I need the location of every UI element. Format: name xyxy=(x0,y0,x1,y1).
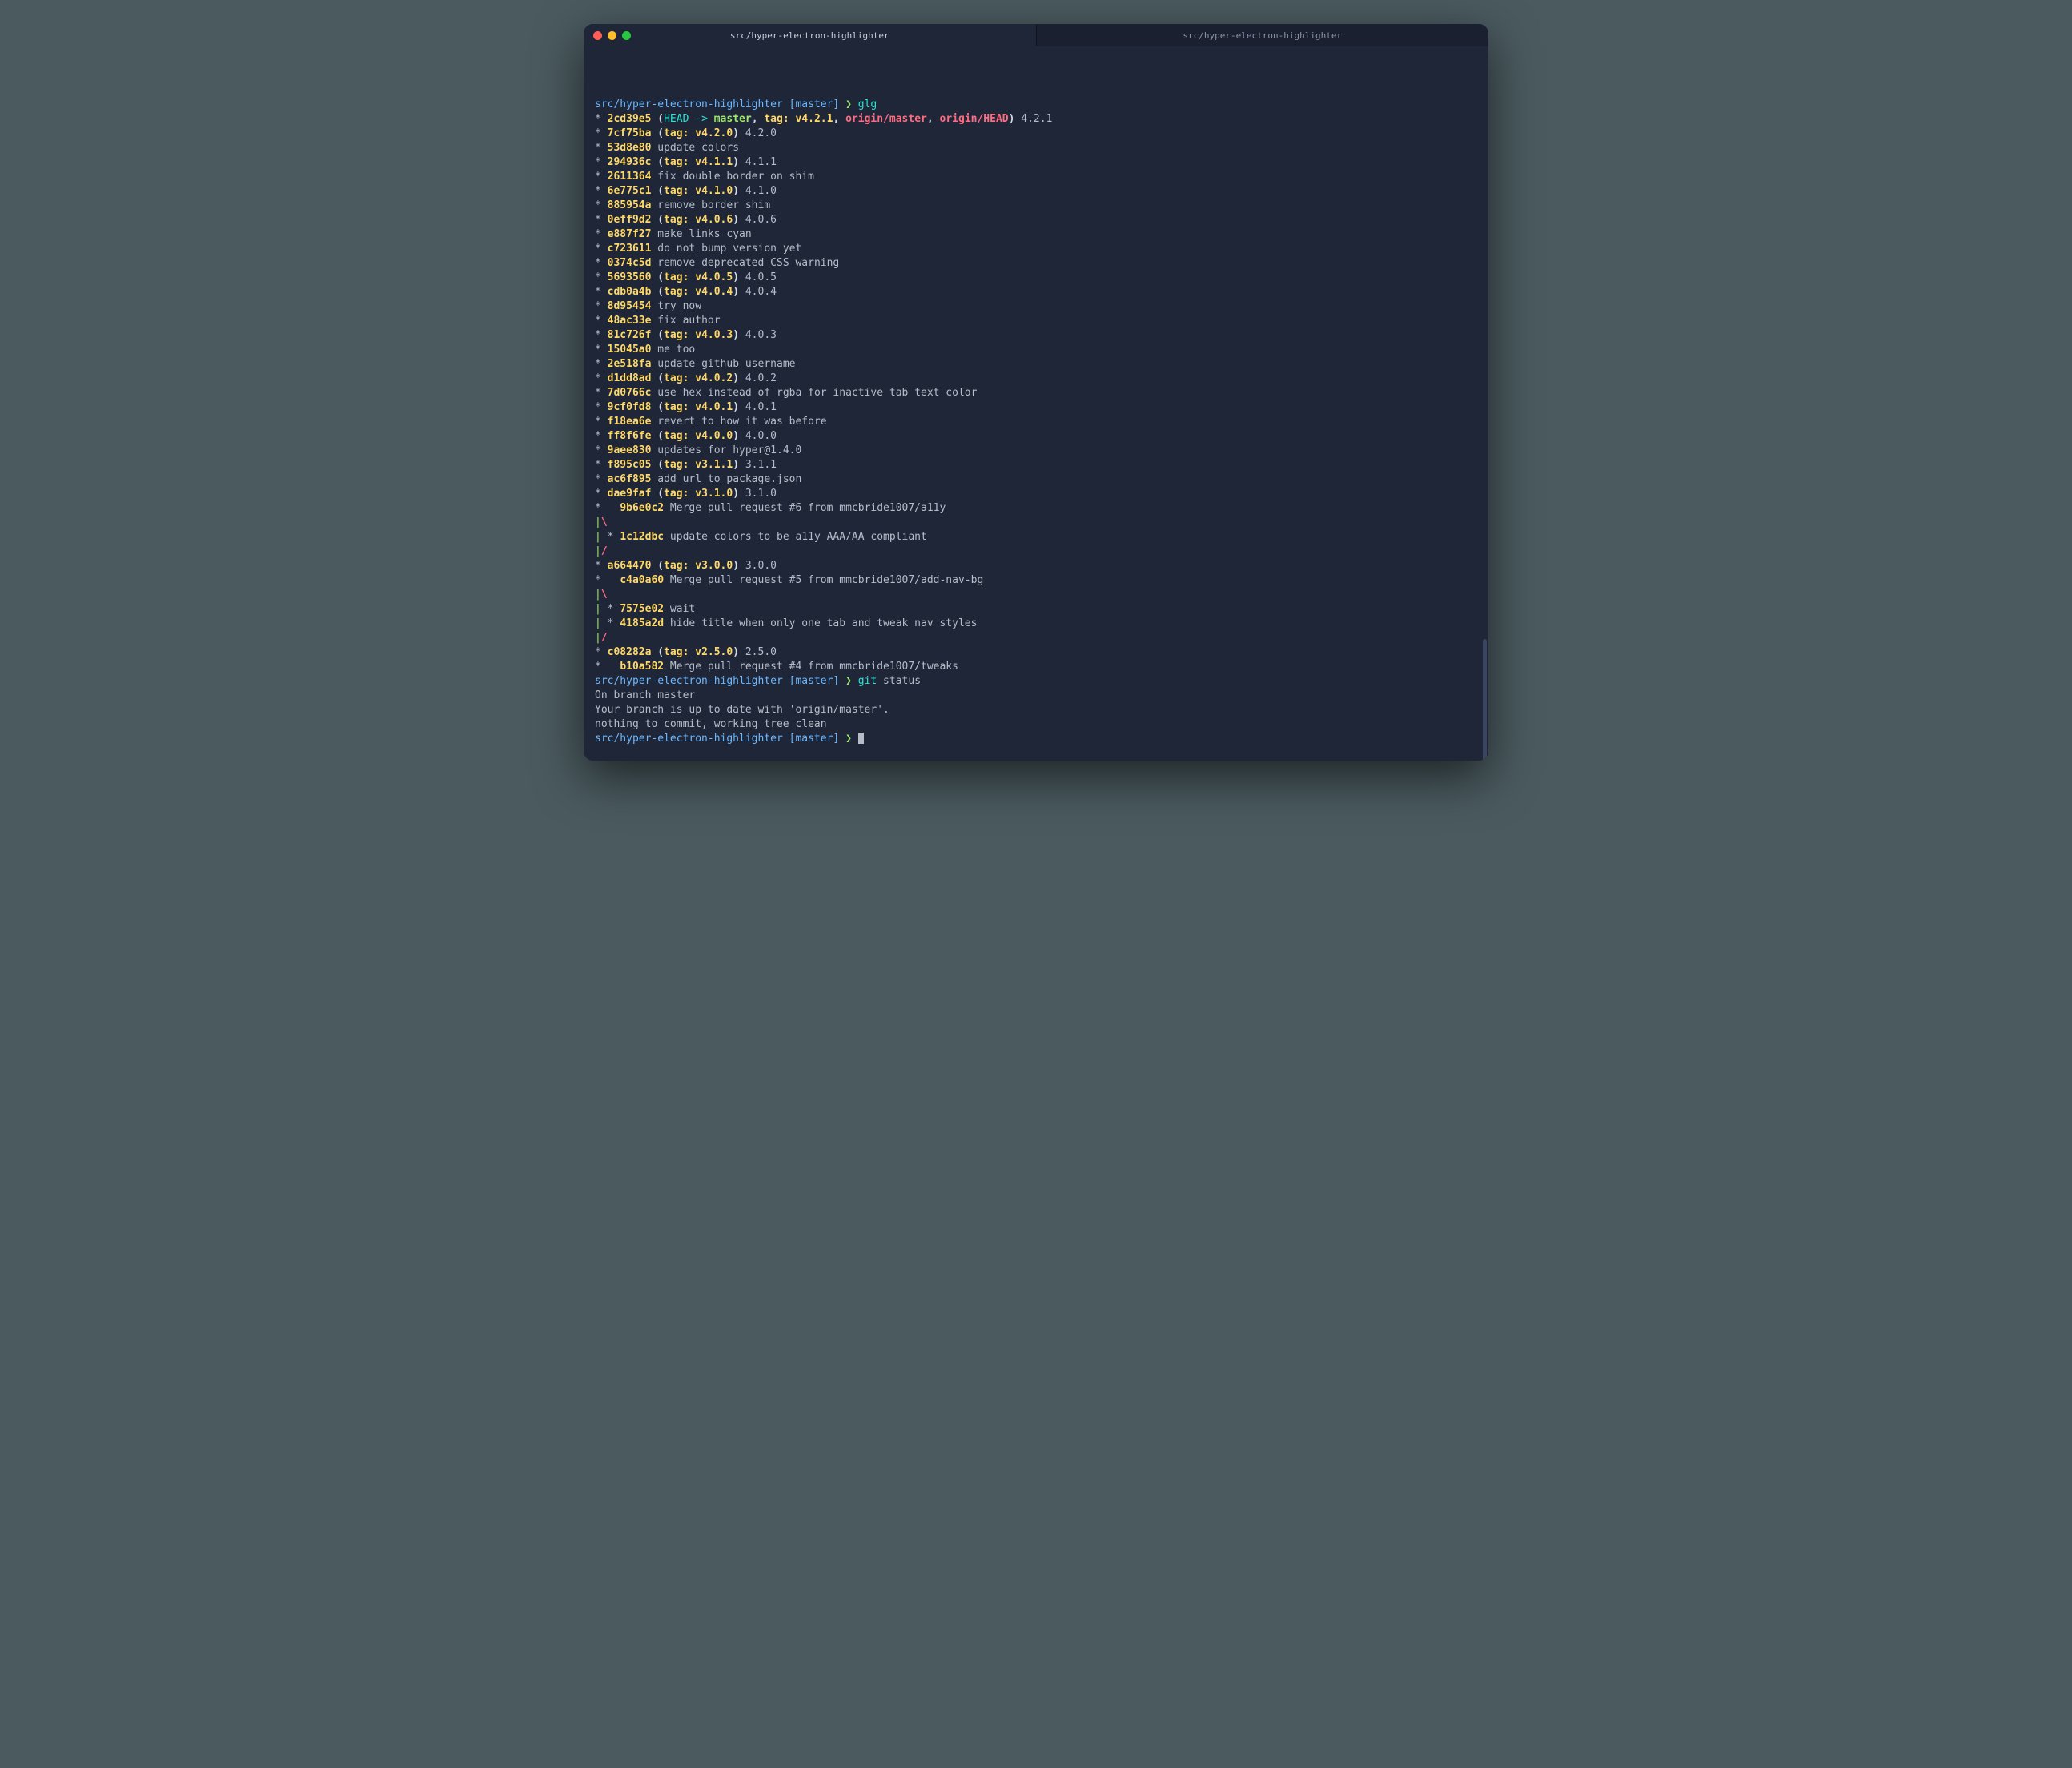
git-log-line: * c08282a (tag: v2.5.0) 2.5.0 xyxy=(595,645,1477,660)
status-line: nothing to commit, working tree clean xyxy=(595,717,1477,732)
git-log-line: * 53d8e80 update colors xyxy=(595,141,1477,155)
git-log-line: * dae9faf (tag: v3.1.0) 3.1.0 xyxy=(595,487,1477,501)
prompt-line: src/hyper-electron-highlighter [master] … xyxy=(595,732,1477,746)
git-log-line: * 885954a remove border shim xyxy=(595,199,1477,213)
terminal-body[interactable]: src/hyper-electron-highlighter [master] … xyxy=(584,46,1488,761)
minimize-icon[interactable] xyxy=(608,31,616,40)
git-log-line: * 81c726f (tag: v4.0.3) 4.0.3 xyxy=(595,328,1477,343)
git-log-line: * 2611364 fix double border on shim xyxy=(595,170,1477,184)
git-log-line: * 7d0766c use hex instead of rgba for in… xyxy=(595,386,1477,400)
git-log-line: * 15045a0 me too xyxy=(595,343,1477,357)
git-log-line: * 294936c (tag: v4.1.1) 4.1.1 xyxy=(595,155,1477,170)
git-log-line: * 0374c5d remove deprecated CSS warning xyxy=(595,256,1477,271)
terminal-window: src/hyper-electron-highlighter src/hyper… xyxy=(584,24,1488,761)
status-line: On branch master xyxy=(595,689,1477,703)
close-icon[interactable] xyxy=(593,31,602,40)
tab-title: src/hyper-electron-highlighter xyxy=(1183,30,1342,41)
git-log-line: * 48ac33e fix author xyxy=(595,314,1477,328)
git-log-line: | * 7575e02 wait xyxy=(595,602,1477,617)
git-log-line: | * 4185a2d hide title when only one tab… xyxy=(595,617,1477,631)
tab-2[interactable]: src/hyper-electron-highlighter xyxy=(1037,24,1489,46)
git-log-line: * 7cf75ba (tag: v4.2.0) 4.2.0 xyxy=(595,127,1477,141)
git-log-line: * b10a582 Merge pull request #4 from mmc… xyxy=(595,660,1477,674)
git-log-line: | * 1c12dbc update colors to be a11y AAA… xyxy=(595,530,1477,544)
git-log-line: * 0eff9d2 (tag: v4.0.6) 4.0.6 xyxy=(595,213,1477,227)
git-log-line: * 9b6e0c2 Merge pull request #6 from mmc… xyxy=(595,501,1477,516)
git-log-line: * 2e518fa update github username xyxy=(595,357,1477,372)
git-log-line: * f895c05 (tag: v3.1.1) 3.1.1 xyxy=(595,458,1477,472)
git-log-line: * 6e775c1 (tag: v4.1.0) 4.1.0 xyxy=(595,184,1477,199)
status-line: Your branch is up to date with 'origin/m… xyxy=(595,703,1477,717)
git-log-line: |\ xyxy=(595,588,1477,602)
git-log-line: * 9cf0fd8 (tag: v4.0.1) 4.0.1 xyxy=(595,400,1477,415)
maximize-icon[interactable] xyxy=(622,31,631,40)
git-log-line: * a664470 (tag: v3.0.0) 3.0.0 xyxy=(595,559,1477,573)
scrollbar[interactable] xyxy=(1483,639,1487,761)
git-log-line: |/ xyxy=(595,544,1477,559)
tab-bar: src/hyper-electron-highlighter src/hyper… xyxy=(584,24,1488,46)
prompt-line: src/hyper-electron-highlighter [master] … xyxy=(595,674,1477,689)
git-log-line: |/ xyxy=(595,631,1477,645)
git-log-line: * c4a0a60 Merge pull request #5 from mmc… xyxy=(595,573,1477,588)
git-log-line: * d1dd8ad (tag: v4.0.2) 4.0.2 xyxy=(595,372,1477,386)
git-log-line: * 9aee830 updates for hyper@1.4.0 xyxy=(595,444,1477,458)
git-log-line: * cdb0a4b (tag: v4.0.4) 4.0.4 xyxy=(595,285,1477,299)
git-log-line: |\ xyxy=(595,516,1477,530)
git-log-line: * f18ea6e revert to how it was before xyxy=(595,415,1477,429)
tab-1[interactable]: src/hyper-electron-highlighter xyxy=(584,24,1037,46)
git-log-line: * 2cd39e5 (HEAD -> master, tag: v4.2.1, … xyxy=(595,112,1477,127)
git-log-line: * ff8f6fe (tag: v4.0.0) 4.0.0 xyxy=(595,429,1477,444)
git-log-line: * e887f27 make links cyan xyxy=(595,227,1477,242)
git-log-line: * c723611 do not bump version yet xyxy=(595,242,1477,256)
prompt-line: src/hyper-electron-highlighter [master] … xyxy=(595,98,1477,112)
git-log-line: * ac6f895 add url to package.json xyxy=(595,472,1477,487)
git-log-line: * 5693560 (tag: v4.0.5) 4.0.5 xyxy=(595,271,1477,285)
tab-title: src/hyper-electron-highlighter xyxy=(730,30,889,41)
window-controls xyxy=(584,24,640,46)
cursor xyxy=(858,733,864,744)
git-log-line: * 8d95454 try now xyxy=(595,299,1477,314)
